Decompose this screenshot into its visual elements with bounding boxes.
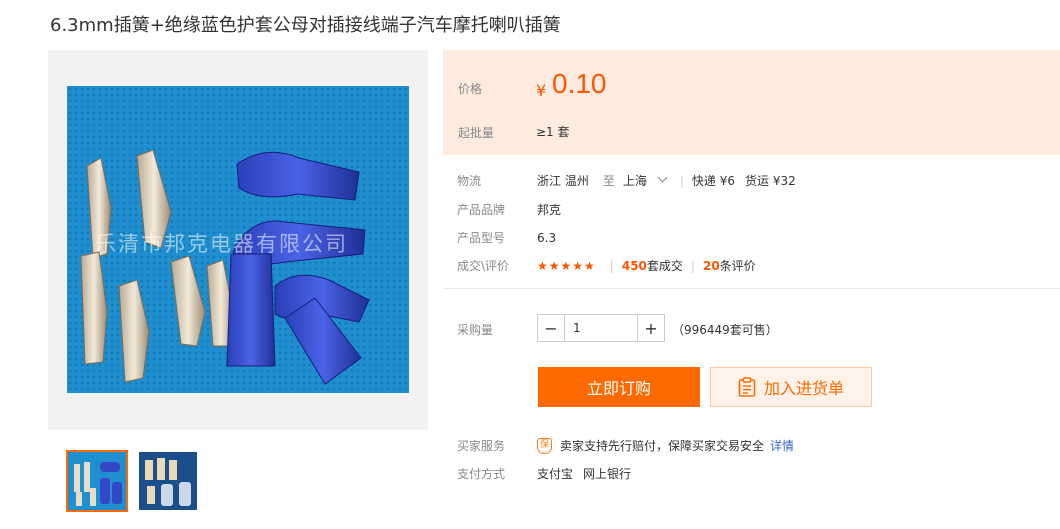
quantity-input[interactable]: 1: [565, 314, 637, 342]
currency-symbol: ¥: [536, 81, 547, 100]
deals-label: 成交\评价: [457, 259, 510, 273]
payment-method-bank: 网上银行: [583, 467, 632, 481]
logistics-row: 物流 浙江 温州 至 上海 | 快递 ¥6 货运 ¥32: [457, 172, 796, 189]
price-label: 价格: [458, 82, 483, 96]
thumbnail-1[interactable]: [66, 450, 128, 512]
service-row: 买家服务 保 卖家支持先行赔付，保障买家交易安全 详情: [457, 437, 794, 454]
product-image[interactable]: 乐清市邦克电器有限公司: [67, 86, 409, 393]
ship-from: 浙江 温州: [537, 174, 589, 188]
shield-icon: 保: [537, 437, 552, 454]
model-value: 6.3: [537, 230, 557, 245]
section-divider: [443, 288, 1060, 289]
ship-to-word: 至: [602, 174, 615, 188]
service-details-link[interactable]: 详情: [770, 437, 794, 454]
rating-stars: ★★★★★: [537, 258, 596, 273]
payment-method-alipay: 支付宝: [537, 467, 574, 481]
brand-value: 邦克: [537, 203, 562, 217]
purchase-row: 采购量: [457, 321, 537, 338]
review-count: 20: [702, 259, 720, 273]
review-count-link[interactable]: 20条评价: [703, 257, 756, 274]
price-value: 0.10: [552, 68, 607, 99]
ship-to-value: 上海: [622, 174, 647, 188]
service-text: 卖家支持先行赔付，保障买家交易安全: [560, 439, 765, 453]
payment-label: 支付方式: [457, 467, 506, 481]
model-label: 产品型号: [457, 231, 506, 245]
add-to-cart-button[interactable]: 加入进货单: [710, 367, 872, 407]
quantity-stepper: − 1 +: [537, 314, 665, 342]
main-image-panel: 乐清市邦克电器有限公司: [48, 50, 428, 430]
product-title: 6.3mm插簧+绝缘蓝色护套公母对插接线端子汽车摩托喇叭插簧: [50, 15, 561, 36]
stock-available: （996449套可售）: [672, 323, 778, 337]
sold-suffix: 套成交: [646, 259, 683, 273]
deals-row: 成交\评价 ★★★★★ | 450套成交 | 20条评价: [457, 257, 756, 274]
payment-row: 支付方式 支付宝 网上银行: [457, 465, 631, 482]
divider-bar: |: [679, 173, 684, 188]
moq-label: 起批量: [458, 126, 495, 140]
sold-count-link[interactable]: 450套成交: [622, 257, 683, 274]
divider-bar: |: [609, 258, 614, 273]
sold-count: 450: [621, 259, 647, 273]
thumbnail-strip: [66, 450, 199, 512]
increase-button[interactable]: +: [637, 314, 665, 342]
chevron-down-icon: [657, 172, 668, 183]
model-row: 产品型号 6.3: [457, 229, 556, 246]
review-suffix: 条评价: [719, 259, 756, 273]
express-fee: 快递 ¥6: [691, 174, 735, 188]
divider-bar: |: [690, 258, 695, 273]
purchase-label: 采购量: [457, 323, 494, 337]
ship-to-select[interactable]: 上海: [623, 172, 680, 189]
moq-value: ≥1 套: [536, 125, 570, 139]
freight-fee: 货运 ¥32: [745, 174, 796, 188]
image-watermark: 乐清市邦克电器有限公司: [95, 232, 348, 256]
price-panel: 价格 ¥ 0.10 起批量 ≥1 套: [443, 50, 1060, 155]
logistics-label: 物流: [457, 174, 482, 188]
buy-now-button[interactable]: 立即订购: [538, 367, 700, 407]
thumbnail-2[interactable]: [137, 450, 199, 512]
brand-row: 产品品牌 邦克: [457, 201, 561, 218]
service-label: 买家服务: [457, 439, 506, 453]
brand-label: 产品品牌: [457, 203, 506, 217]
decrease-button[interactable]: −: [537, 314, 565, 342]
add-to-cart-label: 加入进货单: [763, 381, 844, 398]
clipboard-icon: [738, 377, 756, 397]
